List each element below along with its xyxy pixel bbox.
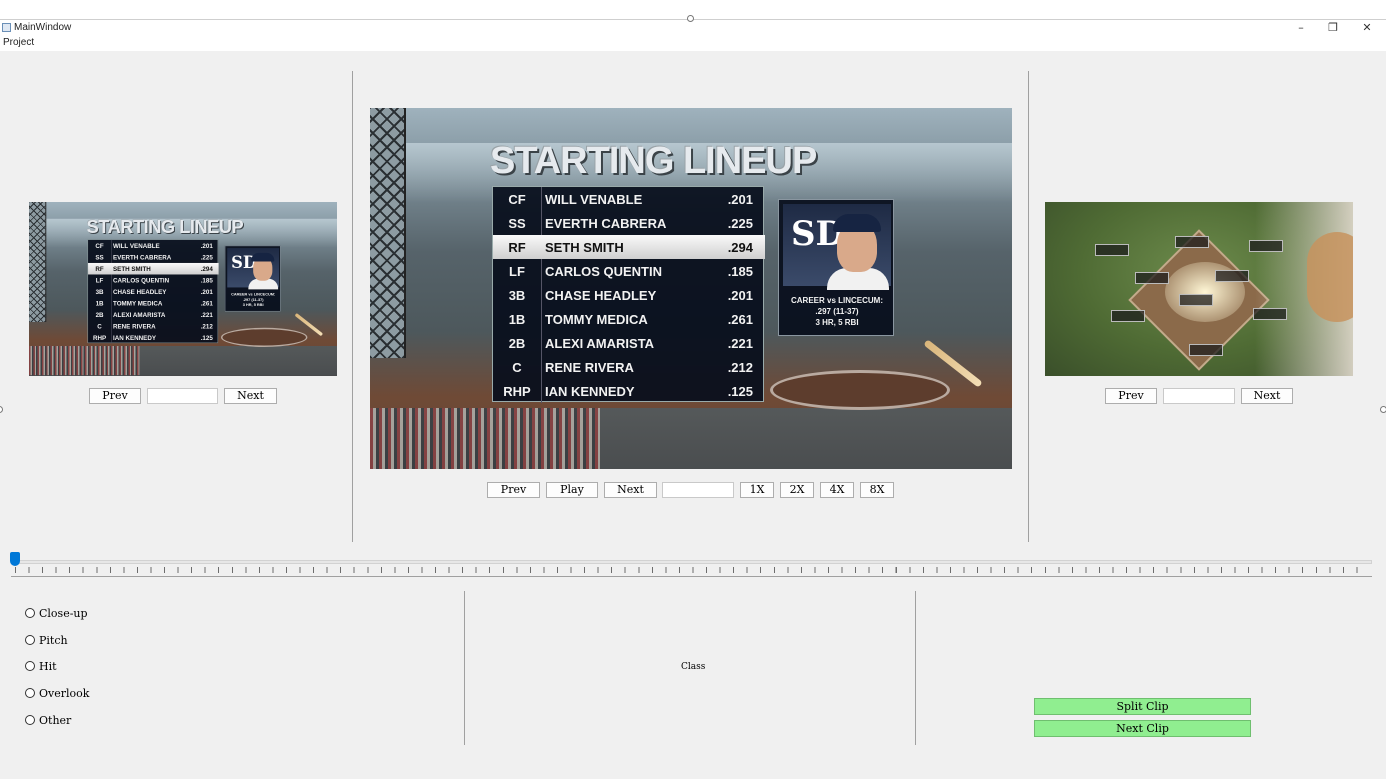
position-tag — [1111, 310, 1145, 322]
padres-logo-field — [221, 327, 308, 347]
radio-circle-icon[interactable] — [25, 715, 35, 725]
current-frame-scene: STARTING LINEUP CF WILL VENABLE .201 SS EVE… — [370, 108, 1012, 469]
position-tag — [1189, 344, 1223, 356]
right-next-button[interactable]: Next — [1241, 388, 1293, 404]
current-frame-view[interactable]: STARTING LINEUP CF WILL VENABLE .201 SS EVE… — [370, 108, 1012, 469]
light-tower-image — [370, 108, 406, 358]
left-edge-handle-icon[interactable] — [0, 406, 3, 413]
radio-circle-icon[interactable] — [25, 635, 35, 645]
radio-circle-icon[interactable] — [25, 688, 35, 698]
position-tag — [1095, 244, 1129, 256]
left-next-button[interactable]: Next — [224, 388, 277, 404]
menu-bar: Project — [0, 37, 1386, 51]
window-title: MainWindow — [14, 22, 72, 33]
player-card: SD CAREER vs LINCECUM: .297 (11-37) 3 HR… — [778, 199, 894, 336]
lineup-title: STARTING LINEUP — [490, 140, 817, 182]
lineup-table: CF WILL VENABLE .201 SS EVERTH CABRERA .225 … — [492, 186, 765, 403]
lineup-row: CF WILL VENABLE .201 — [508, 192, 753, 207]
separator-left — [352, 71, 353, 542]
minimize-icon[interactable]: – — [1286, 20, 1316, 36]
class-label: Class — [681, 662, 706, 672]
main-client-area: STARTING LINEUP CF WILL VENABLE .201 SS EVE… — [0, 51, 1386, 779]
speed-1x-button[interactable]: 1X — [740, 482, 774, 498]
position-tag — [1135, 272, 1169, 284]
card-stat-line: .297 (11-37) — [815, 307, 859, 316]
next-clip-button[interactable]: Next Clip — [1034, 720, 1251, 737]
radio-circle-icon[interactable] — [25, 608, 35, 618]
left-prev-button[interactable]: Prev — [89, 388, 141, 404]
right-frame-input[interactable] — [1163, 388, 1235, 404]
menu-project[interactable]: Project — [3, 37, 34, 48]
app-window-icon — [2, 23, 11, 32]
separator-right — [1028, 71, 1029, 542]
right-edge-handle-icon[interactable] — [1380, 406, 1386, 413]
position-tag — [1249, 240, 1283, 252]
padres-logo-field — [770, 370, 950, 410]
separator-bottom-right — [915, 591, 916, 745]
timeline-slider[interactable] — [11, 560, 1372, 564]
close-icon[interactable]: ✕ — [1352, 20, 1382, 36]
title-bar: MainWindow – ❐ ✕ — [0, 19, 1386, 37]
lineup-row: SS EVERTH CABRERA .225 — [508, 216, 753, 231]
left-frame-input[interactable] — [147, 388, 218, 404]
glove-image — [1307, 232, 1353, 322]
position-tag — [1175, 236, 1209, 248]
next-frame-thumbnail[interactable] — [1045, 202, 1353, 376]
field-diagram-scene — [1045, 202, 1353, 376]
player-photo: SD — [783, 204, 891, 290]
lineup-row-highlighted: RF SETH SMITH .294 — [493, 235, 765, 259]
center-next-button[interactable]: Next — [604, 482, 657, 498]
position-tag — [1253, 308, 1287, 320]
position-tag — [1179, 294, 1213, 306]
restore-icon[interactable]: ❐ — [1318, 20, 1348, 36]
lineup-table: CF WILL VENABLE .201 SS EVERTH CABRERA .225 … — [87, 239, 219, 344]
timeline-ticks — [15, 567, 1370, 573]
card-stat-line: 3 HR, 5 RBI — [815, 318, 859, 327]
lineup-row: 1B TOMMY MEDICA .261 — [508, 312, 753, 327]
lineup-title: STARTING LINEUP — [86, 217, 244, 238]
lineup-row: LF CARLOS QUENTIN .185 — [509, 264, 753, 279]
previous-frame-thumbnail[interactable]: STARTING LINEUP CF WILL VENABLE .201 SS EVE… — [29, 202, 337, 376]
lineup-row: 3B CHASE HEADLEY .201 — [508, 288, 753, 303]
timeline-baseline — [11, 576, 1372, 577]
radio-circle-icon[interactable] — [25, 661, 35, 671]
lineup-row: RHP IAN KENNEDY .125 — [503, 384, 753, 399]
center-frame-input[interactable] — [662, 482, 734, 498]
lineup-row: C RENE RIVERA .212 — [512, 360, 753, 375]
play-button[interactable]: Play — [546, 482, 598, 498]
position-tag — [1215, 270, 1249, 282]
player-card: SD CAREER vs LINCECUM: .297 (11-37) 3 HR… — [224, 245, 281, 312]
light-tower-image — [29, 202, 47, 322]
separator-bottom-left — [464, 591, 465, 745]
timeline-handle[interactable] — [10, 552, 20, 566]
right-prev-button[interactable]: Prev — [1105, 388, 1157, 404]
split-clip-button[interactable]: Split Clip — [1034, 698, 1251, 715]
lineup-row: 2B ALEXI AMARISTA .221 — [508, 336, 753, 351]
center-prev-button[interactable]: Prev — [487, 482, 540, 498]
previous-frame-scene: STARTING LINEUP CF WILL VENABLE .201 SS EVE… — [29, 202, 337, 376]
speed-4x-button[interactable]: 4X — [820, 482, 854, 498]
resize-handle-icon[interactable] — [687, 15, 694, 22]
speed-2x-button[interactable]: 2X — [780, 482, 814, 498]
card-stat-line: CAREER vs LINCECUM: — [790, 296, 883, 305]
speed-8x-button[interactable]: 8X — [860, 482, 894, 498]
